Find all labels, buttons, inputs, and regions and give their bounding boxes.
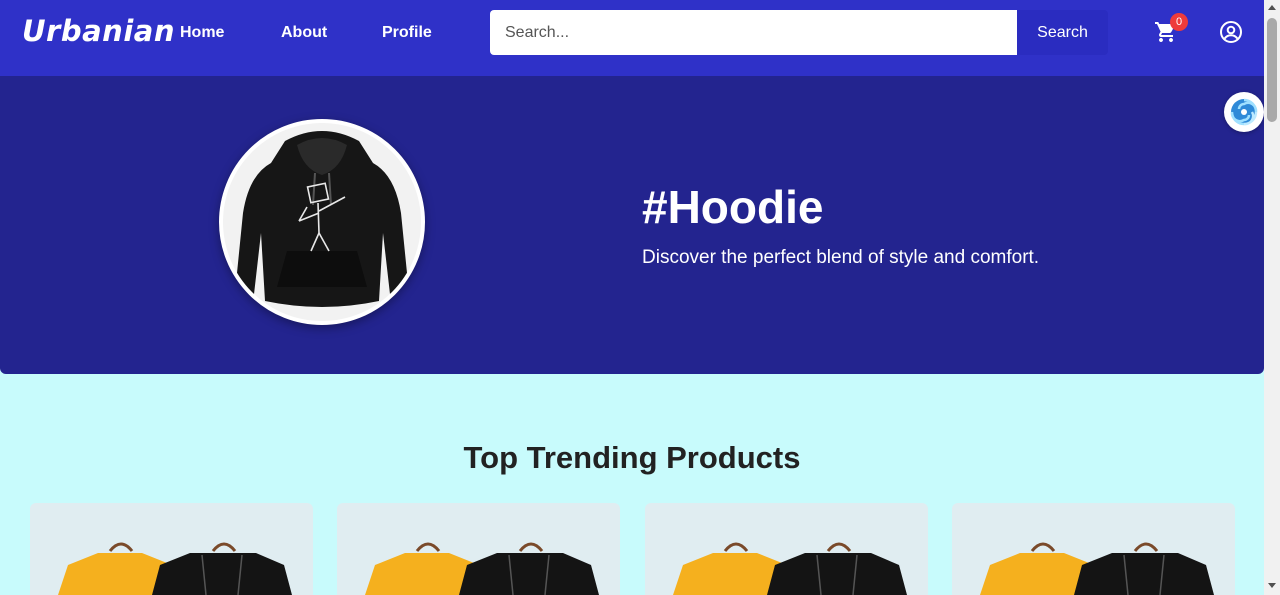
- product-card[interactable]: [337, 503, 620, 595]
- tshirts-image: [58, 542, 292, 595]
- assistant-swirl-button[interactable]: [1224, 92, 1264, 132]
- tshirts-image: [980, 542, 1214, 595]
- cart-count-badge: 0: [1170, 13, 1188, 31]
- tshirts-image: [365, 542, 599, 595]
- account-icon[interactable]: [1219, 20, 1243, 44]
- scroll-down-icon[interactable]: [1268, 583, 1276, 588]
- tshirts-image: [673, 542, 907, 595]
- brand-logo[interactable]: Urbanian: [22, 14, 175, 48]
- trending-section-title: Top Trending Products: [463, 440, 801, 475]
- page-scrollbar[interactable]: [1264, 0, 1280, 595]
- product-card[interactable]: [952, 503, 1235, 595]
- hero-banner: #Hoodie Discover the perfect blend of st…: [0, 76, 1264, 374]
- nav-link-home[interactable]: Home: [180, 24, 224, 42]
- product-card[interactable]: [30, 503, 313, 595]
- search-bar: Search: [490, 10, 1108, 55]
- hoodie-image: [219, 119, 425, 325]
- nav-link-about[interactable]: About: [281, 24, 327, 42]
- product-card[interactable]: [645, 503, 928, 595]
- scroll-up-icon[interactable]: [1268, 5, 1276, 10]
- hero-title: #Hoodie: [642, 181, 824, 233]
- search-input[interactable]: [490, 10, 1017, 55]
- hero-subtitle: Discover the perfect blend of style and …: [642, 247, 1040, 268]
- swirl-icon: [1230, 98, 1258, 126]
- navbar: Urbanian Home About Profile Search 0: [0, 0, 1264, 76]
- search-button[interactable]: Search: [1017, 10, 1108, 55]
- nav-link-profile[interactable]: Profile: [382, 24, 432, 42]
- scroll-thumb[interactable]: [1267, 18, 1277, 122]
